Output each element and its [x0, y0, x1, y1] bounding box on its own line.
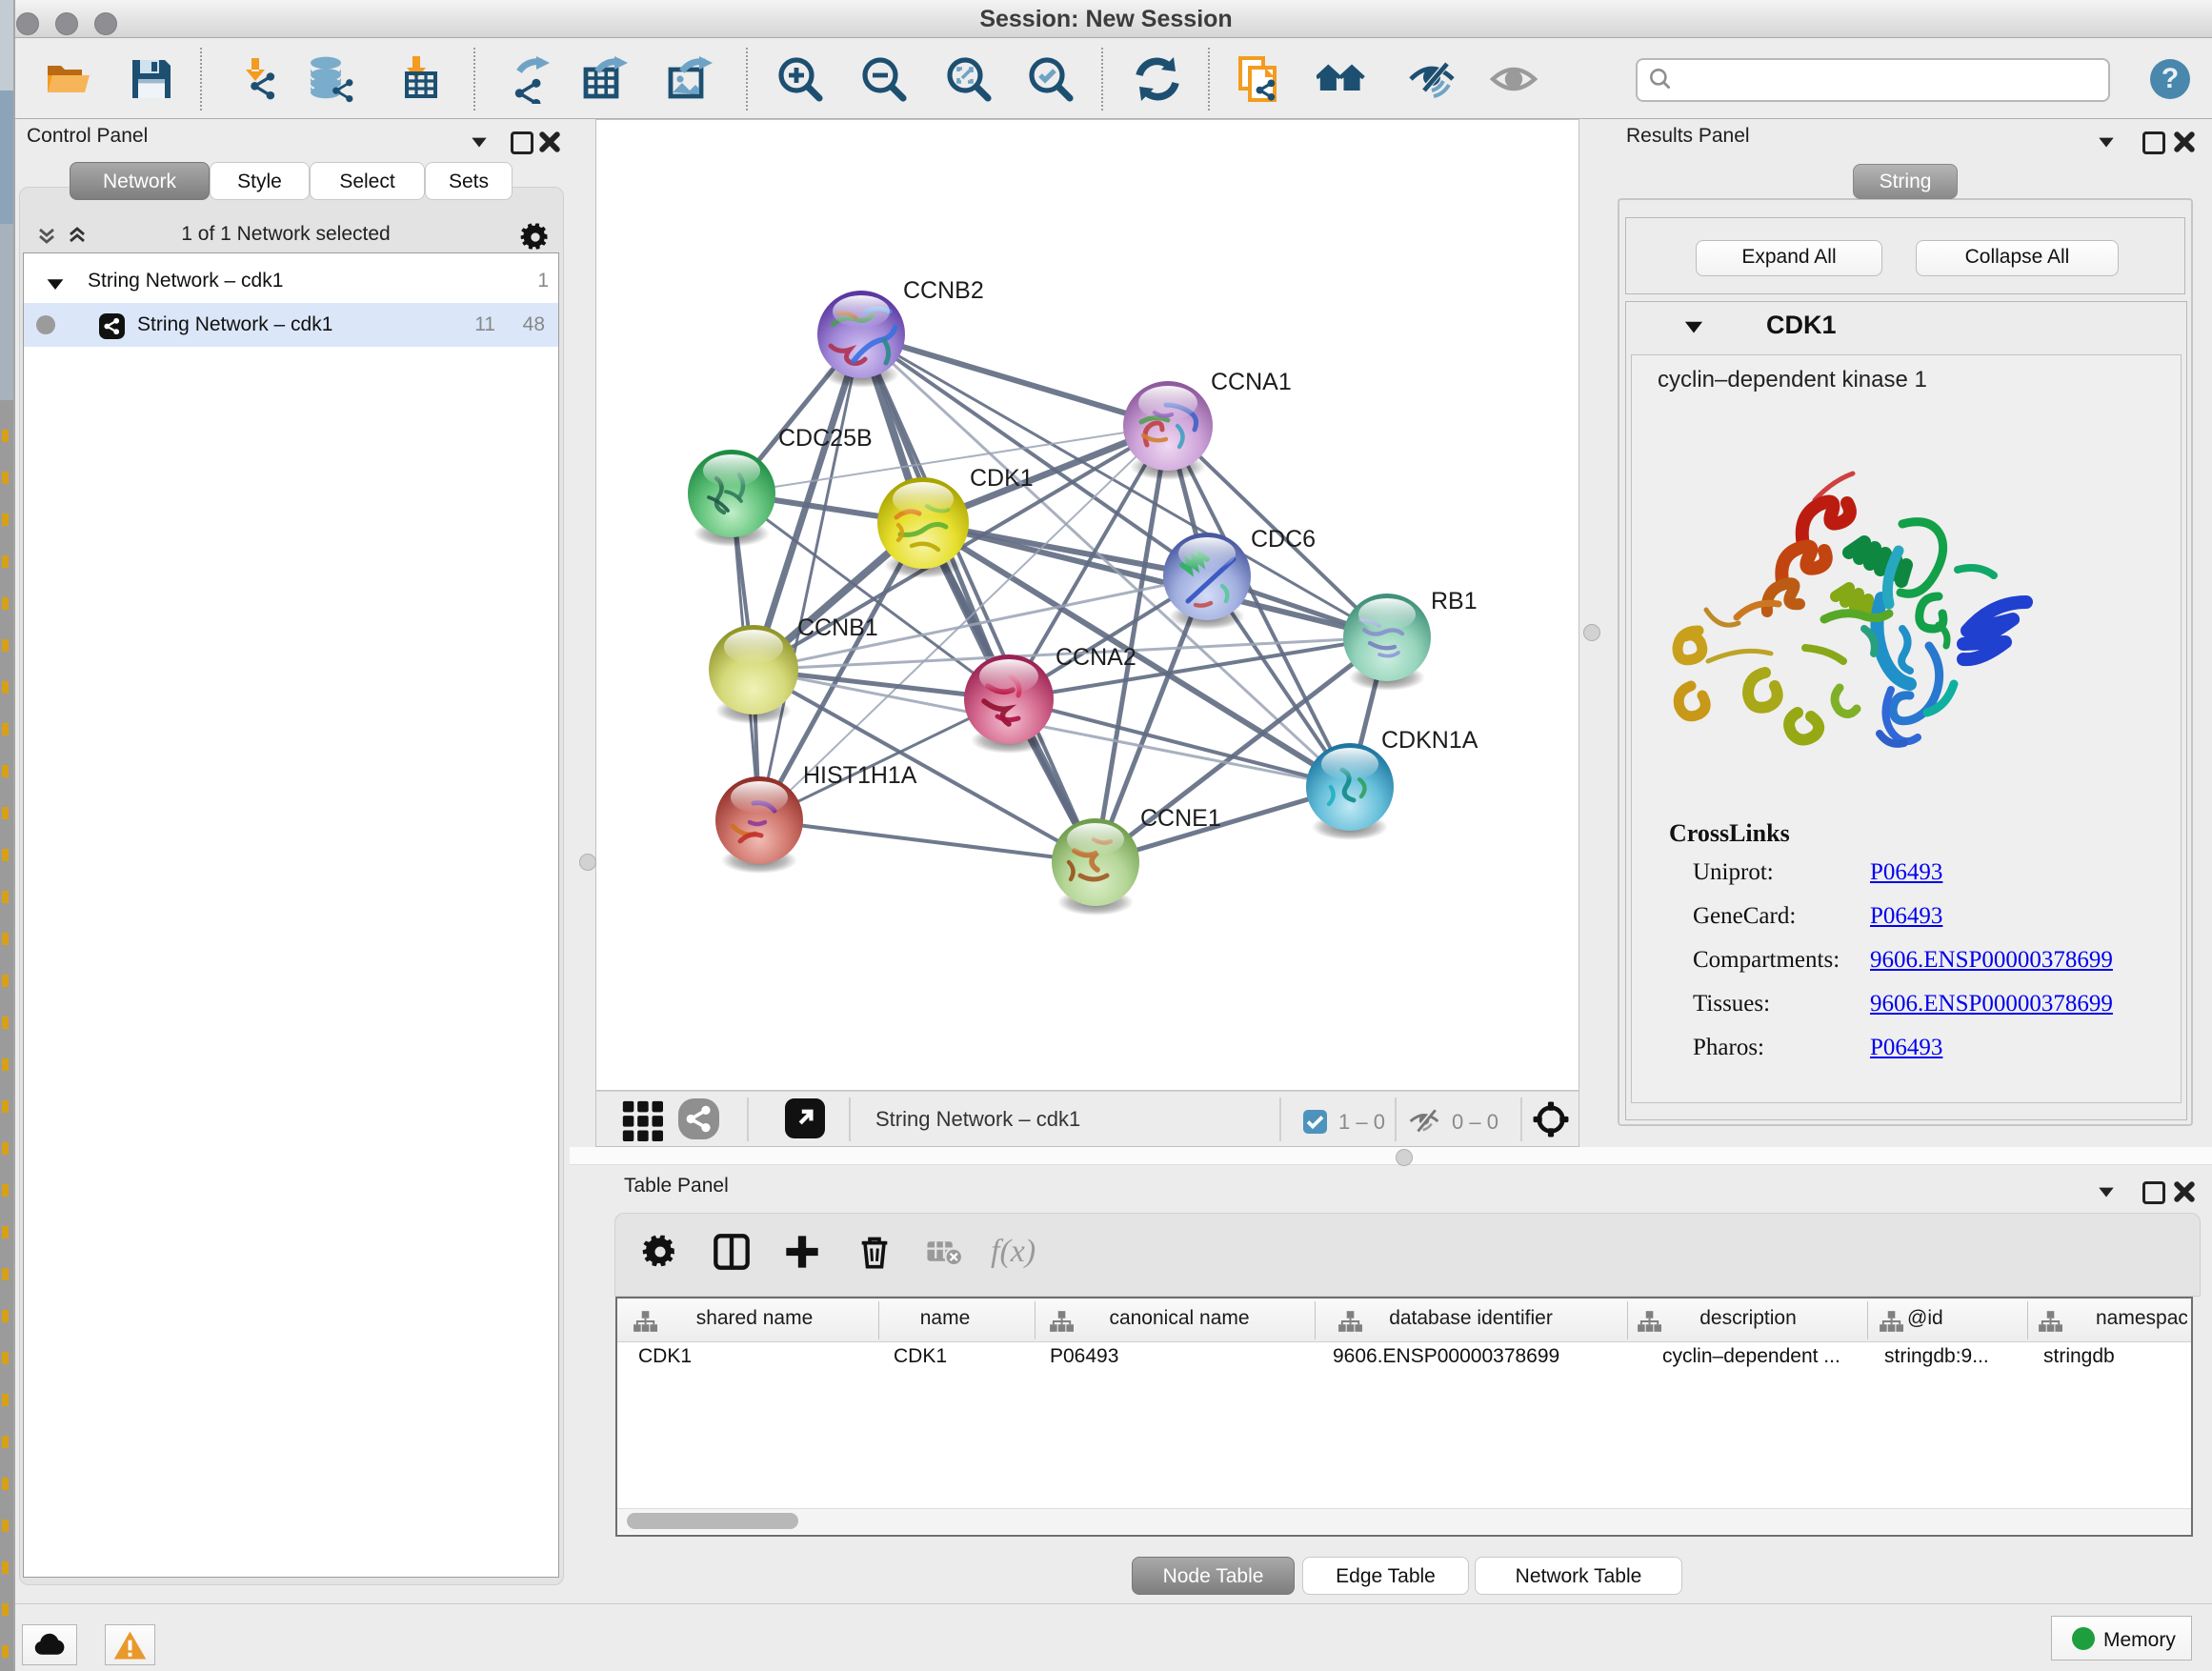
svg-text:CCNB2: CCNB2 — [903, 277, 984, 304]
svg-text:CCNA1: CCNA1 — [1211, 369, 1292, 395]
svg-text:CCNA2: CCNA2 — [1056, 644, 1136, 671]
svg-text:RB1: RB1 — [1431, 588, 1478, 614]
svg-text:CCNB1: CCNB1 — [797, 614, 878, 641]
svg-text:HIST1H1A: HIST1H1A — [803, 762, 917, 789]
svg-text:CDC6: CDC6 — [1251, 526, 1316, 553]
svg-text:CCNE1: CCNE1 — [1140, 805, 1221, 832]
svg-text:CDK1: CDK1 — [970, 465, 1034, 492]
svg-text:CDC25B: CDC25B — [778, 425, 873, 452]
svg-text:CDKN1A: CDKN1A — [1381, 727, 1478, 754]
